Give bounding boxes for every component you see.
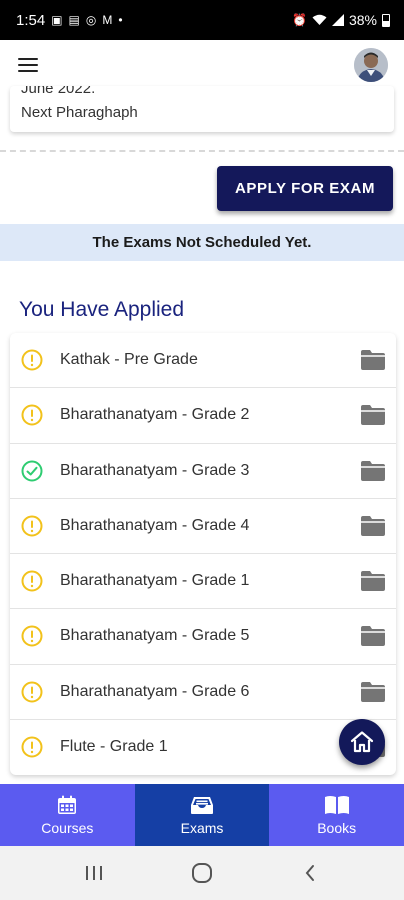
app-header [0,40,404,92]
exam-row[interactable]: Bharathanatyam - Grade 3 [10,444,396,499]
exam-name: Bharathanatyam - Grade 6 [60,682,250,700]
bottom-navigation: Courses Exams Books [0,784,404,846]
back-chevron-icon [305,865,314,881]
exam-name: Bharathanatyam - Grade 3 [60,461,250,479]
status-bar: 1:54 ▣ ▤ ◎ M • ⏰ 38% [0,0,404,40]
recent-apps-button[interactable] [74,858,114,888]
folder-icon[interactable] [360,349,386,371]
recent-apps-icon [86,866,102,880]
exam-name: Bharathanatyam - Grade 2 [60,406,250,424]
pending-warning-icon [21,404,43,426]
inbox-icon [191,797,213,814]
apply-for-exam-button[interactable]: APPLY FOR EXAM [217,166,393,211]
dot-icon: • [118,13,123,27]
nav-courses[interactable]: Courses [0,784,135,846]
nav-exams[interactable]: Exams [134,784,270,846]
pending-warning-icon [21,570,43,592]
exam-name: Kathak - Pre Grade [60,351,198,369]
exam-name: Bharathanatyam - Grade 5 [60,627,250,645]
calendar-icon [58,795,77,814]
alarm-icon: ⏰ [292,13,307,27]
exam-row[interactable]: Kathak - Pre Grade [10,333,396,389]
folder-icon[interactable] [360,681,386,703]
status-left: 1:54 ▣ ▤ ◎ M • [16,12,123,29]
nav-books[interactable]: Books [269,784,404,846]
folder-icon[interactable] [360,515,386,537]
exam-row[interactable]: Flute - Grade 1 [10,720,396,775]
exam-name: Flute - Grade 1 [60,738,168,756]
home-fab-button[interactable] [339,719,385,765]
pending-warning-icon [21,625,43,647]
home-icon [350,731,374,753]
back-button[interactable] [290,858,330,888]
home-system-button[interactable] [182,858,222,888]
applied-section-title: You Have Applied [19,298,185,321]
book-icon [324,796,349,814]
gallery-icon: ▣ [51,13,63,27]
folder-icon[interactable] [360,404,386,426]
notice-previous-line: June 2022. [21,86,96,97]
applied-exam-list: Kathak - Pre Grade Bharathanatyam - Grad… [10,333,396,775]
home-circle-icon [192,863,212,883]
message-icon: ▤ [68,13,80,27]
folder-icon[interactable] [360,570,386,592]
pending-warning-icon [21,736,43,758]
signal-icon [331,14,344,26]
pending-warning-icon [21,349,43,371]
schedule-status-banner: The Exams Not Scheduled Yet. [0,224,404,261]
pending-warning-icon [21,681,43,702]
exam-row[interactable]: Bharathanatyam - Grade 4 [10,499,396,554]
exam-row[interactable]: Bharathanatyam - Grade 5 [10,609,396,665]
nav-courses-label: Courses [41,820,94,836]
notice-card: June 2022. Next Pharaghaph [10,86,394,132]
status-time: 1:54 [16,11,46,29]
schedule-status-text: The Exams Not Scheduled Yet. [92,234,312,251]
battery-percent: 38% [348,12,377,28]
nav-exams-label: Exams [180,820,224,836]
wifi-icon [312,14,327,25]
exam-name: Bharathanatyam - Grade 4 [60,516,250,534]
gmail-icon: M [102,13,113,27]
dashed-divider [0,150,404,152]
hamburger-menu-icon[interactable] [18,58,38,72]
nav-books-label: Books [317,820,357,836]
user-avatar[interactable] [354,48,388,82]
approved-check-icon [21,460,43,481]
system-navigation-bar [0,846,404,900]
status-right: ⏰ 38% [292,12,390,28]
pending-warning-icon [21,515,43,537]
exam-name: Bharathanatyam - Grade 1 [60,572,250,590]
folder-icon[interactable] [360,625,386,647]
exam-row[interactable]: Bharathanatyam - Grade 1 [10,554,396,610]
exam-row[interactable]: Bharathanatyam - Grade 6 [10,665,396,720]
notice-next-line: Next Pharaghaph [21,104,138,121]
whatsapp-icon: ◎ [85,13,97,27]
folder-icon[interactable] [360,460,386,482]
battery-icon [382,13,390,27]
exam-row[interactable]: Bharathanatyam - Grade 2 [10,388,396,444]
